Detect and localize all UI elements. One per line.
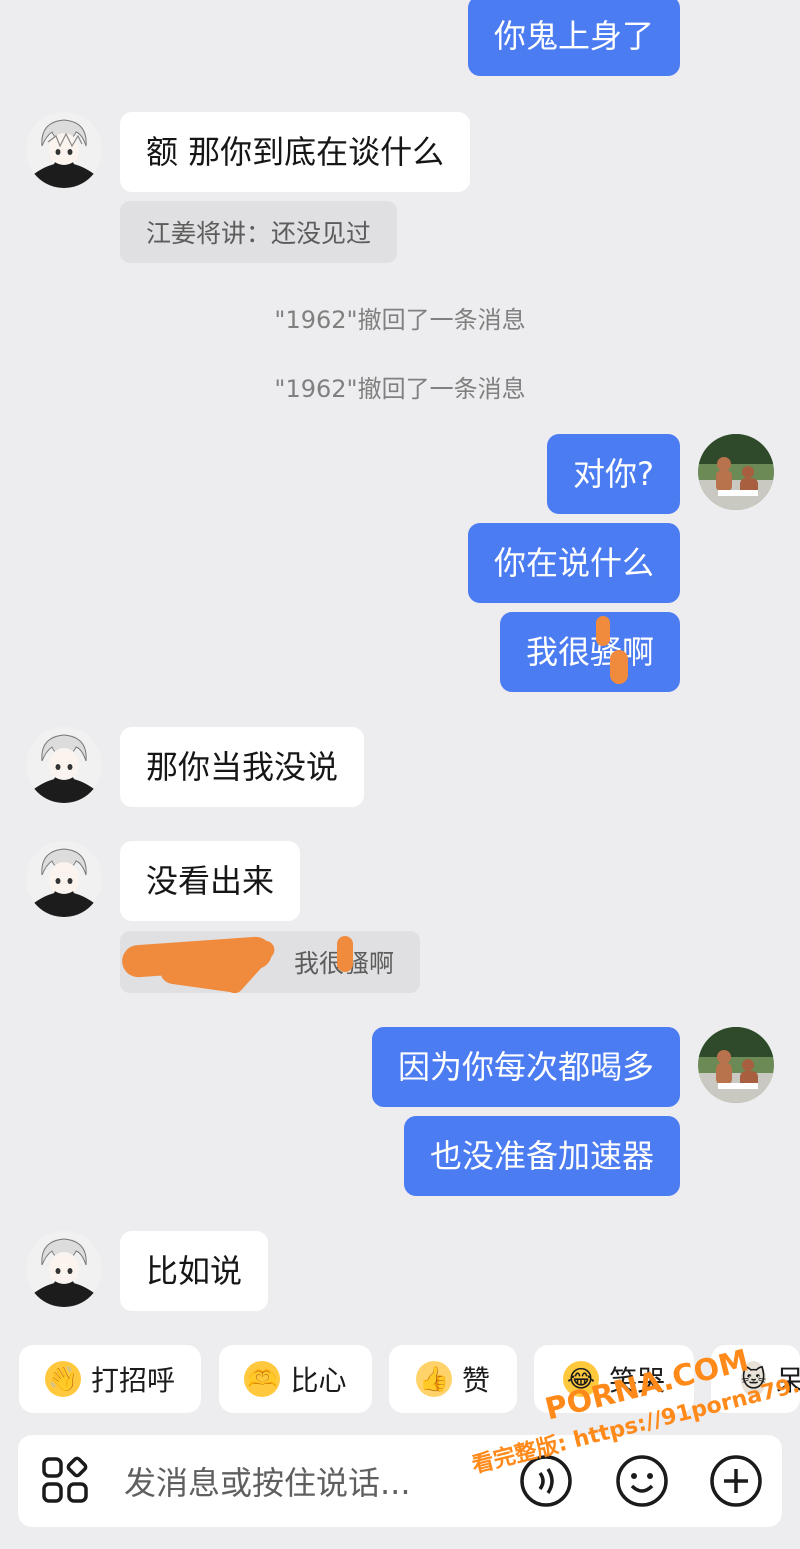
message-input[interactable]: 发消息或按住说话... <box>124 1435 411 1527</box>
reaction-wave[interactable]: 👋 打招呼 <box>19 1345 201 1413</box>
outgoing-message[interactable]: 也没准备加速器 <box>403 1116 680 1196</box>
recall-notice: "1962"撤回了一条消息 <box>274 306 526 334</box>
incoming-message[interactable]: 比如说 <box>120 1231 269 1311</box>
chat-screen: 你鬼上身了 额 那你到底在谈什么 江姜将讲：还没见过 "1962"撤回了一条消息… <box>0 0 800 1549</box>
incoming-message[interactable]: 那你当我没说 <box>120 727 365 807</box>
outgoing-message[interactable]: 因为你每次都喝多 <box>371 1027 680 1107</box>
reaction-label: 比心 <box>290 1364 347 1397</box>
outgoing-message[interactable]: 对你? <box>547 434 680 514</box>
message-input-bar: 发消息或按住说话... <box>18 1435 782 1527</box>
reaction-heart[interactable]: 🫶 比心 <box>219 1345 372 1413</box>
anime-avatar-icon <box>26 112 102 188</box>
reaction-like[interactable]: 👍 赞 <box>389 1345 517 1413</box>
my-avatar[interactable] <box>698 1027 774 1103</box>
wave-emoji-icon: 👋 <box>44 1361 81 1397</box>
incoming-message[interactable]: 额 那你到底在谈什么 <box>120 112 471 192</box>
heart-hands-emoji-icon: 🫶 <box>244 1361 281 1397</box>
apps-grid-icon[interactable] <box>38 1453 94 1509</box>
my-avatar[interactable] <box>698 434 774 510</box>
outgoing-message[interactable]: 你鬼上身了 <box>467 0 680 76</box>
quoted-reply[interactable]: 江姜将讲：还没见过 <box>120 201 398 263</box>
reaction-label: 打招呼 <box>90 1364 175 1397</box>
contact-avatar[interactable] <box>26 727 102 803</box>
contact-avatar[interactable] <box>26 112 102 188</box>
photo-avatar-icon <box>698 434 774 510</box>
anime-avatar-icon <box>26 1231 102 1307</box>
emoji-icon[interactable] <box>614 1453 670 1509</box>
redaction-mark <box>610 650 628 684</box>
incoming-message[interactable]: 没看出来 <box>120 841 301 921</box>
plus-icon[interactable] <box>708 1453 764 1509</box>
reaction-label: 赞 <box>461 1364 490 1397</box>
redaction-mark <box>596 616 610 646</box>
contact-avatar[interactable] <box>26 1231 102 1307</box>
photo-avatar-icon <box>698 1027 774 1103</box>
redaction-mark <box>337 936 353 972</box>
thumbs-up-emoji-icon: 👍 <box>415 1361 452 1397</box>
anime-avatar-icon <box>26 727 102 803</box>
anime-avatar-icon <box>26 841 102 917</box>
contact-avatar[interactable] <box>26 841 102 917</box>
outgoing-message[interactable]: 你在说什么 <box>467 523 680 603</box>
recall-notice: "1962"撤回了一条消息 <box>274 375 526 403</box>
outgoing-message[interactable]: 我很骚啊 <box>499 612 680 692</box>
